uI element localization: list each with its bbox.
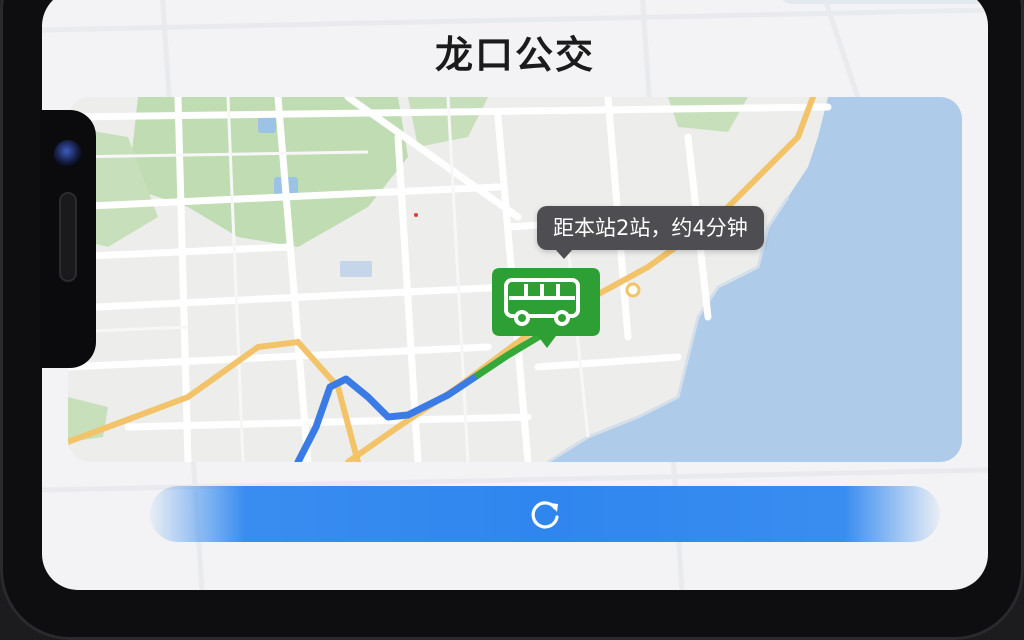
front-camera-housing [40,110,96,368]
bus-icon [492,268,600,348]
refresh-button[interactable] [150,486,940,542]
bus-map[interactable]: 距本站2站，约4分钟 [68,97,962,462]
page-title: 龙口公交 [434,33,595,77]
arrival-tooltip: 距本站2站，约4分钟 [537,206,764,259]
bus-location-marker[interactable] [492,268,600,348]
camera-lens-icon [54,140,82,168]
refresh-icon [531,501,559,529]
app-screen: 龙口公交 距本站2站，约4分钟 [42,0,988,590]
status-chip [778,0,988,4]
sensor-slot [59,192,77,282]
